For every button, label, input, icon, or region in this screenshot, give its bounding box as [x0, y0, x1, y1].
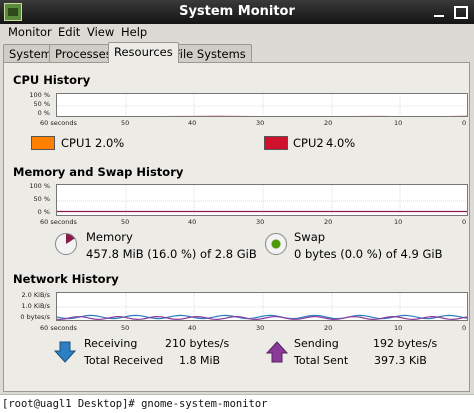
mem-ytick-50: 50 %	[33, 195, 50, 203]
cpu2-value: 4.0%	[326, 136, 356, 150]
tab-resources[interactable]: Resources	[108, 42, 179, 63]
net-xtick-40: 40	[188, 324, 197, 332]
mem-ytick-100: 100 %	[29, 182, 50, 190]
resources-panel: CPU History 100 % 50 % 0 % 60 seconds 50…	[3, 62, 470, 392]
memory-graph-svg	[57, 185, 467, 215]
memory-history-title: Memory and Swap History	[13, 165, 184, 179]
cpu1-value: 2.0%	[95, 136, 125, 150]
receiving-value: 210 bytes/s	[165, 337, 230, 350]
net-xtick-10: 10	[394, 324, 403, 332]
mem-xtick-30: 30	[256, 218, 265, 226]
network-graph	[56, 292, 468, 321]
menu-monitor[interactable]: Monitor	[8, 25, 52, 39]
total-received-value: 1.8 MiB	[179, 354, 221, 367]
cpu-ytick-50: 50 %	[33, 100, 50, 108]
net-xtick-60: 60 seconds	[40, 324, 77, 332]
cpu-graph	[56, 93, 468, 117]
cpu2-label: CPU2	[293, 136, 324, 150]
menu-help[interactable]: Help	[121, 25, 147, 39]
mem-xtick-40: 40	[188, 218, 197, 226]
menu-bar: Monitor Edit View Help	[0, 24, 474, 41]
receiving-label: Receiving	[84, 337, 138, 350]
net-xtick-50: 50	[121, 324, 130, 332]
menu-view[interactable]: View	[87, 25, 114, 39]
net-ytick-2: 2.0 KiB/s	[21, 291, 50, 299]
memory-graph	[56, 184, 468, 216]
network-graph-svg	[57, 293, 467, 320]
memory-label: Memory	[86, 230, 133, 244]
cpu-xtick-0: 0	[462, 119, 467, 127]
sending-label: Sending	[294, 337, 339, 350]
total-received-label: Total Received	[84, 354, 164, 367]
mem-xtick-0: 0	[462, 218, 467, 226]
window-title: System Monitor	[179, 4, 295, 19]
total-sent-value: 397.3 KiB	[374, 354, 427, 367]
cpu-xtick-30: 30	[256, 119, 265, 127]
memory-value: 457.8 MiB (16.0 %) of 2.8 GiB	[86, 247, 257, 261]
cpu-ytick-0: 0 %	[37, 109, 50, 117]
cpu-history-title: CPU History	[13, 73, 91, 87]
net-ytick-0: 0 bytes/s	[20, 313, 50, 321]
cpu1-color-swatch[interactable]	[31, 136, 55, 150]
send-arrow-icon[interactable]	[265, 341, 289, 363]
mem-xtick-50: 50	[121, 218, 130, 226]
tab-bar: System Processes Resources File Systems	[0, 42, 474, 63]
cpu-ytick-100: 100 %	[29, 91, 50, 99]
swap-value: 0 bytes (0.0 %) of 4.9 GiB	[294, 247, 443, 261]
title-bar: System Monitor	[0, 0, 474, 24]
memory-pie-icon[interactable]	[55, 233, 77, 255]
net-xtick-20: 20	[324, 324, 333, 332]
terminal-line: [root@uagl1 Desktop]# gnome-system-monit…	[0, 394, 474, 413]
cpu-graph-svg	[57, 94, 467, 116]
cpu-xtick-60: 60 seconds	[40, 119, 77, 127]
cpu-xtick-20: 20	[324, 119, 333, 127]
sending-value: 192 bytes/s	[373, 337, 438, 350]
mem-xtick-20: 20	[324, 218, 333, 226]
net-xtick-30: 30	[256, 324, 265, 332]
minimize-icon[interactable]	[430, 3, 448, 21]
net-ytick-1: 1.0 KiB/s	[21, 302, 50, 310]
net-xtick-0: 0	[462, 324, 467, 332]
cpu-xtick-10: 10	[394, 119, 403, 127]
cpu2-color-swatch[interactable]	[264, 136, 288, 150]
system-monitor-window: Monitor Edit View Help System Processes …	[0, 24, 474, 394]
mem-xtick-10: 10	[394, 218, 403, 226]
menu-edit[interactable]: Edit	[58, 25, 80, 39]
total-sent-label: Total Sent	[294, 354, 349, 367]
network-history-title: Network History	[13, 272, 119, 286]
cpu-xtick-50: 50	[121, 119, 130, 127]
swap-label: Swap	[294, 230, 326, 244]
cpu1-label: CPU1	[61, 136, 92, 150]
cpu-xtick-40: 40	[188, 119, 197, 127]
swap-pie-icon[interactable]	[265, 233, 287, 255]
maximize-icon[interactable]	[452, 3, 470, 21]
tab-file-systems[interactable]: File Systems	[168, 44, 252, 62]
receive-arrow-icon[interactable]	[53, 341, 77, 363]
mem-ytick-0: 0 %	[37, 208, 50, 216]
mem-xtick-60: 60 seconds	[40, 218, 77, 226]
